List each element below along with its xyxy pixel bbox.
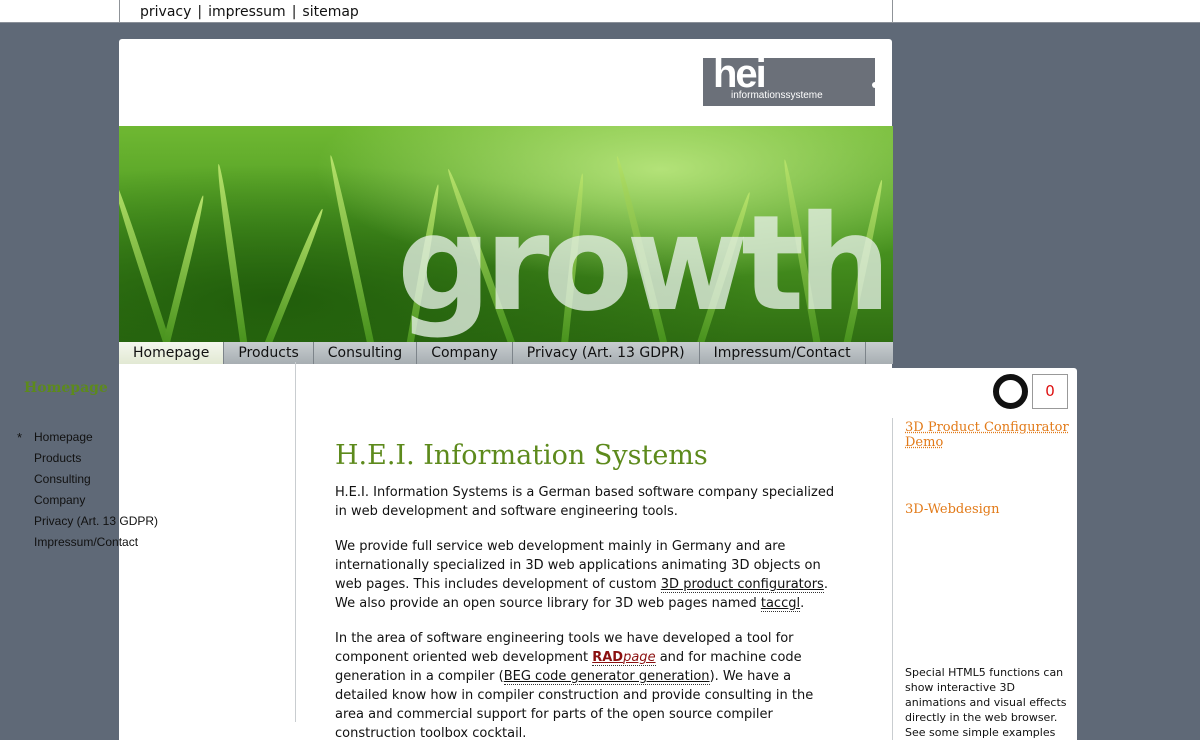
paragraph-text: . bbox=[800, 596, 805, 611]
left-nav-item-privacy[interactable]: Privacy (Art. 13 GDPR) bbox=[34, 514, 158, 535]
html5-description: Special HTML5 functions can show interac… bbox=[905, 666, 1067, 739]
3d-product-configurator-demo-link[interactable]: 3D Product Configurator Demo bbox=[905, 420, 1070, 450]
left-nav-divider bbox=[295, 362, 296, 722]
top-bar: privacy | impressum | sitemap bbox=[0, 0, 1200, 23]
radpage-link[interactable]: RADpage bbox=[592, 650, 656, 666]
tab-consulting[interactable]: Consulting bbox=[314, 342, 418, 364]
taccgl-link[interactable]: taccgl bbox=[760, 596, 801, 612]
left-nav-item-products[interactable]: Products bbox=[34, 451, 158, 472]
page-title: H.E.I. Information Systems bbox=[335, 440, 708, 471]
left-nav: * Homepage Products Consulting Company Pr… bbox=[17, 430, 158, 556]
grass-blade bbox=[327, 154, 378, 343]
intro-paragraph: H.E.I. Information Systems is a German b… bbox=[335, 485, 835, 519]
left-nav-item-homepage[interactable]: * Homepage bbox=[17, 430, 158, 451]
left-nav-label: Homepage bbox=[34, 430, 93, 444]
sitemap-link[interactable]: sitemap bbox=[302, 4, 358, 20]
3d-webdesign-heading: 3D-Webdesign bbox=[905, 502, 1000, 517]
left-nav-item-impressum-contact[interactable]: Impressum/Contact bbox=[34, 535, 158, 556]
logo-subtitle: informationssysteme bbox=[731, 90, 823, 101]
banner-word: growth bbox=[397, 187, 891, 341]
tab-company[interactable]: Company bbox=[417, 342, 513, 364]
growth-banner-image: growth bbox=[119, 126, 893, 343]
top-bar-divider bbox=[892, 0, 893, 23]
grass-blade bbox=[259, 207, 326, 343]
left-nav-item-company[interactable]: Company bbox=[34, 493, 158, 514]
web-development-paragraph: We provide full service web development … bbox=[335, 537, 835, 613]
beg-code-generator-link[interactable]: BEG code generator generation bbox=[503, 669, 710, 685]
left-nav-title: Homepage bbox=[24, 380, 108, 396]
right-sidebar-divider bbox=[892, 418, 893, 740]
main-nav-tabs: Homepage Products Consulting Company Pri… bbox=[119, 342, 893, 364]
tab-products[interactable]: Products bbox=[224, 342, 314, 364]
current-item-marker: * bbox=[17, 430, 23, 445]
privacy-link[interactable]: privacy bbox=[140, 4, 191, 20]
loading-ring-icon bbox=[993, 374, 1028, 409]
radpage-italic: page bbox=[623, 650, 656, 665]
software-engineering-paragraph: In the area of software engineering tool… bbox=[335, 629, 835, 740]
visitor-counter: 0 bbox=[1032, 374, 1068, 409]
link-separator: | bbox=[291, 4, 297, 20]
grass-blade bbox=[158, 194, 207, 343]
top-bar-divider bbox=[119, 0, 120, 23]
right-sidebar: 0 3D Product Configurator Demo 3D-Webdes… bbox=[892, 368, 1077, 740]
logo-dot bbox=[872, 82, 878, 88]
grass-blade bbox=[215, 163, 250, 343]
top-links: privacy | impressum | sitemap bbox=[140, 4, 359, 20]
main-content: H.E.I. Information Systems H.E.I. Inform… bbox=[335, 440, 835, 740]
impressum-link[interactable]: impressum bbox=[208, 4, 286, 20]
hei-logo[interactable]: hei informationssysteme bbox=[703, 52, 878, 106]
tab-impressum-contact[interactable]: Impressum/Contact bbox=[700, 342, 866, 364]
tab-privacy[interactable]: Privacy (Art. 13 GDPR) bbox=[513, 342, 700, 364]
radpage-bold: RAD bbox=[592, 650, 624, 665]
tab-homepage[interactable]: Homepage bbox=[119, 342, 225, 364]
grass-blade bbox=[119, 176, 176, 343]
link-separator: | bbox=[197, 4, 203, 20]
left-nav-item-consulting[interactable]: Consulting bbox=[34, 472, 158, 493]
3d-product-configurators-link[interactable]: 3D product configurators bbox=[660, 577, 824, 593]
